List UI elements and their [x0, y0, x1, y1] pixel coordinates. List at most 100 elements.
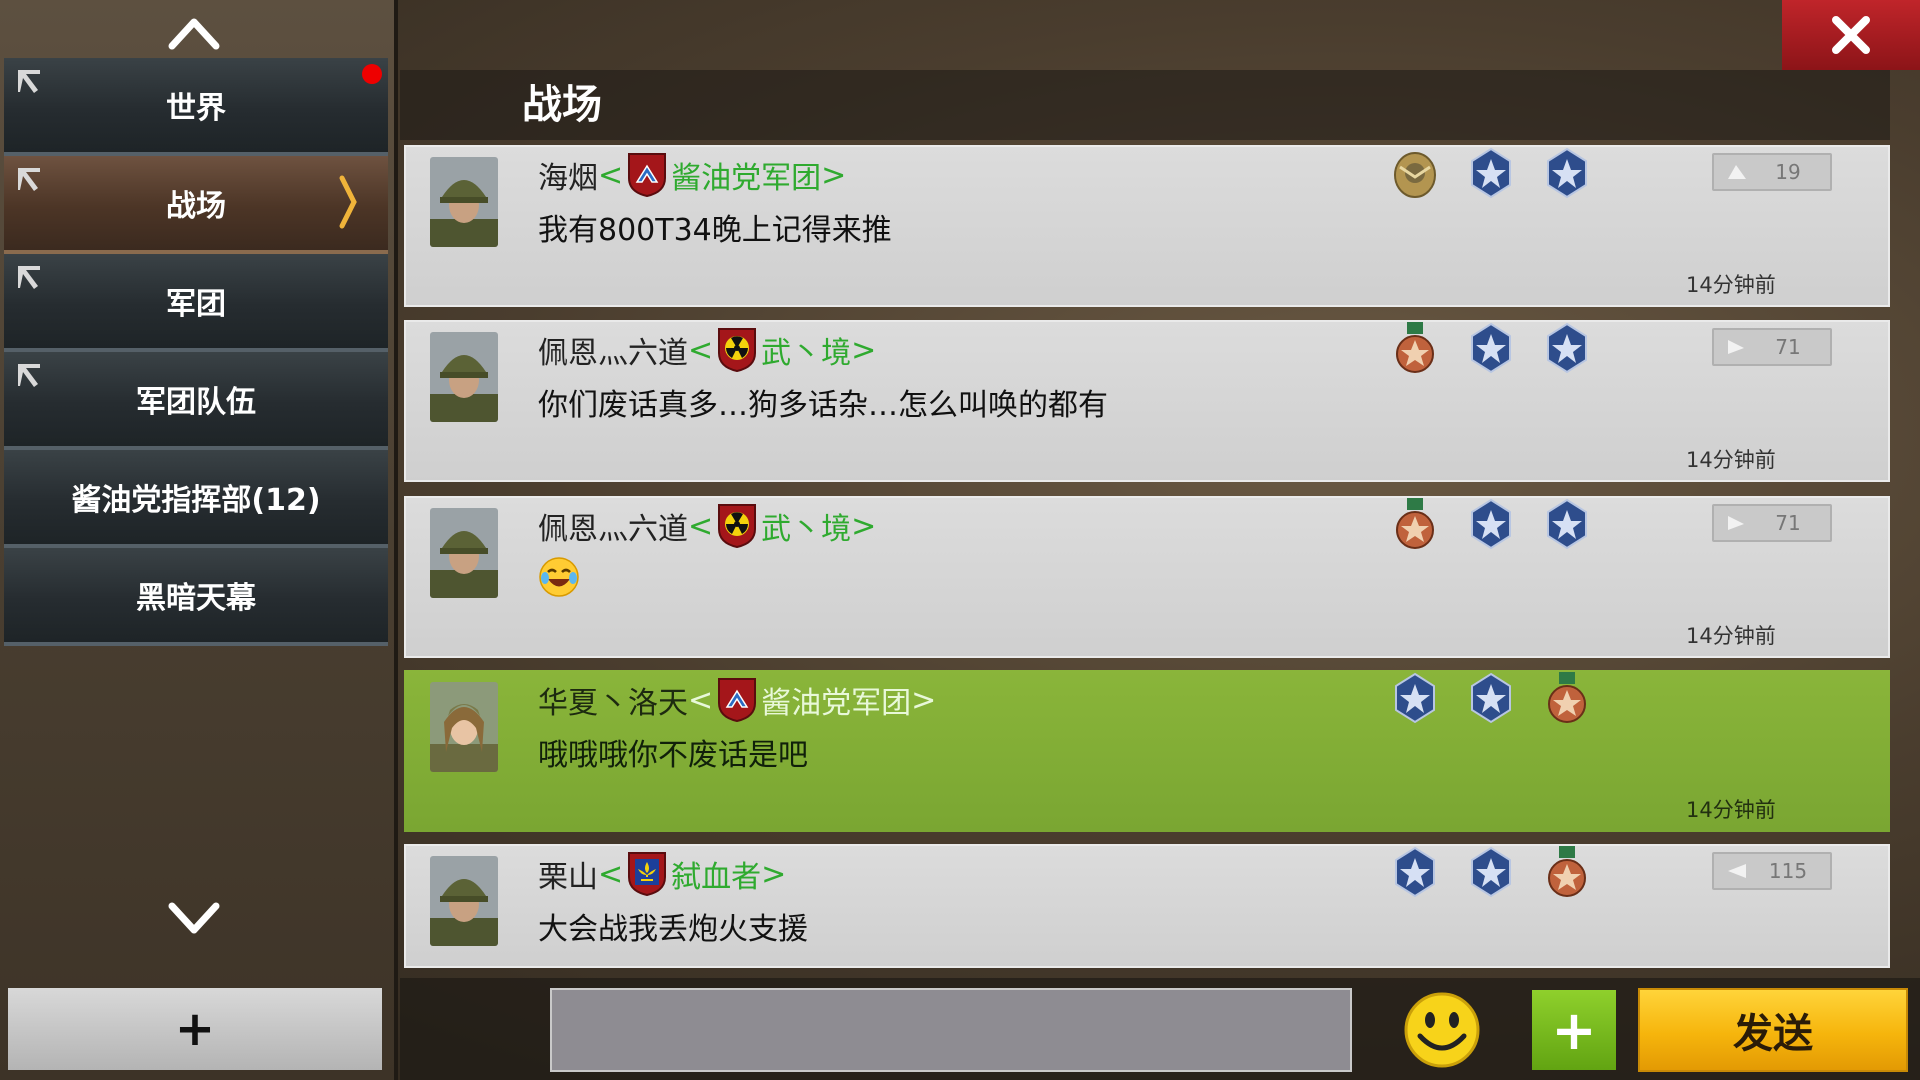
pin-icon[interactable]: [14, 66, 44, 96]
sidebar-item-dark-sky[interactable]: 黑暗天幕: [4, 548, 388, 646]
soldier-avatar[interactable]: [430, 508, 498, 598]
eagle-medal-icon[interactable]: [1390, 145, 1440, 201]
rank-flag-icon: [1728, 516, 1744, 530]
chat-message: 海烟 < 酱油党军团 > 我有800T34晚上记得来推 19 14分钟前: [404, 145, 1890, 307]
medal-row: [1370, 670, 1610, 728]
guild-name[interactable]: 酱油党军团: [671, 153, 821, 197]
chat-message: 佩恩灬六道 < 武丶境 > 71 14分钟前: [404, 496, 1890, 658]
message-text: 我有800T34晚上记得来推: [538, 213, 892, 248]
sidebar-item-label: 战场: [166, 189, 226, 224]
unread-dot: [362, 64, 382, 84]
medal-row: [1370, 320, 1610, 378]
message-timestamp: 14分钟前: [1686, 624, 1776, 648]
star-badge-medal-icon[interactable]: [1466, 145, 1516, 201]
message-text: [538, 556, 580, 606]
rank-value: 115: [1768, 859, 1808, 883]
message-text: 你们废话真多…狗多话杂…怎么叫唤的都有: [538, 388, 1108, 423]
active-chevron-right-icon: [339, 175, 357, 229]
guild-name[interactable]: 弑血者: [671, 852, 761, 896]
chat-message: 栗山 < 弑血者 > 大会战我丢炮火支援 115: [404, 844, 1890, 968]
channel-header: [400, 70, 1890, 140]
sidebar-item-legion[interactable]: 军团: [4, 254, 388, 352]
star-badge-medal-icon[interactable]: [1390, 844, 1440, 900]
message-timestamp: 14分钟前: [1686, 448, 1776, 472]
close-button[interactable]: [1782, 0, 1920, 70]
guild-bracket-open: <: [598, 157, 624, 193]
close-icon: [1832, 16, 1870, 54]
sidebar-item-label: 黑暗天幕: [136, 581, 256, 616]
sidebar-item-label: 军团队伍: [136, 385, 256, 420]
sidebar-divider: [394, 0, 398, 1080]
sender-name[interactable]: 佩恩灬六道: [538, 504, 688, 548]
sender-name[interactable]: 栗山: [538, 852, 598, 896]
chat-message: 佩恩灬六道 < 武丶境 > 你们废话真多…狗多话杂…怎么叫唤的都有 71 14分…: [404, 320, 1890, 482]
rank-value: 71: [1775, 335, 1801, 359]
star-badge-medal-icon[interactable]: [1542, 320, 1592, 376]
soldier-avatar[interactable]: [430, 332, 498, 422]
guild-bracket-close: >: [851, 332, 877, 368]
officer-avatar[interactable]: [430, 682, 498, 772]
scroll-up-chevron-icon[interactable]: [168, 14, 220, 54]
message-timestamp: 14分钟前: [1686, 273, 1776, 297]
sender-name[interactable]: 佩恩灬六道: [538, 328, 688, 372]
guild-bracket-close: >: [911, 682, 937, 718]
add-channel-button[interactable]: +: [8, 988, 382, 1070]
attach-plus-button[interactable]: +: [1532, 990, 1616, 1070]
star-badge-medal-icon[interactable]: [1542, 496, 1592, 552]
guild-bracket-open: <: [688, 508, 714, 544]
send-button-label: 发送: [1733, 1011, 1813, 1057]
scroll-down-chevron-icon[interactable]: [168, 898, 220, 938]
send-button[interactable]: 发送: [1638, 988, 1908, 1072]
message-timestamp: 14分钟前: [1686, 798, 1776, 822]
star-badge-medal-icon[interactable]: [1542, 145, 1592, 201]
guild-name[interactable]: 酱油党军团: [761, 678, 911, 722]
message-text: 大会战我丢炮火支援: [538, 912, 808, 947]
medal-row: [1370, 496, 1610, 554]
rank-badge: 19: [1712, 153, 1832, 191]
sidebar-item-world[interactable]: 世界: [4, 58, 388, 156]
sidebar-item-label: 军团: [166, 287, 226, 322]
medal-row: [1370, 844, 1610, 902]
guild-bracket-open: <: [598, 856, 624, 892]
sidebar-item-hq[interactable]: 酱油党指挥部(12): [4, 450, 388, 548]
sidebar-item-label: 世界: [166, 91, 226, 126]
plus-icon: +: [174, 1001, 216, 1057]
rank-badge: 115: [1712, 852, 1832, 890]
star-badge-medal-icon[interactable]: [1466, 844, 1516, 900]
star-badge-medal-icon[interactable]: [1390, 670, 1440, 726]
sender-line: 佩恩灬六道 < 武丶境 >: [538, 326, 876, 374]
rank-value: 71: [1775, 511, 1801, 535]
bronze-star-medal-icon[interactable]: [1542, 670, 1592, 726]
bronze-star-medal-icon[interactable]: [1542, 844, 1592, 900]
star-badge-medal-icon[interactable]: [1466, 670, 1516, 726]
pin-icon[interactable]: [14, 262, 44, 292]
rank-flag-icon: [1728, 864, 1746, 878]
bronze-star-medal-icon[interactable]: [1390, 320, 1440, 376]
soldier-avatar[interactable]: [430, 856, 498, 946]
chat-input[interactable]: [550, 988, 1352, 1072]
radiation-shield-emblem-icon: [717, 503, 757, 549]
pin-icon[interactable]: [14, 164, 44, 194]
sender-name[interactable]: 海烟: [538, 153, 598, 197]
medal-row: [1370, 145, 1610, 203]
sender-name[interactable]: 华夏丶洛天: [538, 678, 688, 722]
guild-bracket-open: <: [688, 332, 714, 368]
rank-value: 19: [1775, 160, 1801, 184]
sidebar-item-battlefield[interactable]: 战场: [4, 156, 388, 254]
sidebar-item-label: 酱油党指挥部(12): [71, 483, 321, 518]
fleur-shield-emblem-icon: [627, 851, 667, 897]
soldier-avatar[interactable]: [430, 157, 498, 247]
guild-name[interactable]: 武丶境: [761, 328, 851, 372]
star-badge-medal-icon[interactable]: [1466, 496, 1516, 552]
rank-flag-icon: [1728, 165, 1746, 179]
message-text: 哦哦哦你不废话是吧: [538, 738, 808, 773]
bronze-star-medal-icon[interactable]: [1390, 496, 1440, 552]
channel-sidebar: 世界 战场 军团 军团队伍 酱油党指挥部(12) 黑暗天幕 +: [0, 0, 396, 1080]
page-title: 战场: [522, 82, 602, 128]
guild-name[interactable]: 武丶境: [761, 504, 851, 548]
emoji-button[interactable]: [1402, 990, 1482, 1070]
pin-icon[interactable]: [14, 360, 44, 390]
chevron-shield-emblem-icon: [627, 152, 667, 198]
sidebar-item-legion-team[interactable]: 军团队伍: [4, 352, 388, 450]
star-badge-medal-icon[interactable]: [1466, 320, 1516, 376]
